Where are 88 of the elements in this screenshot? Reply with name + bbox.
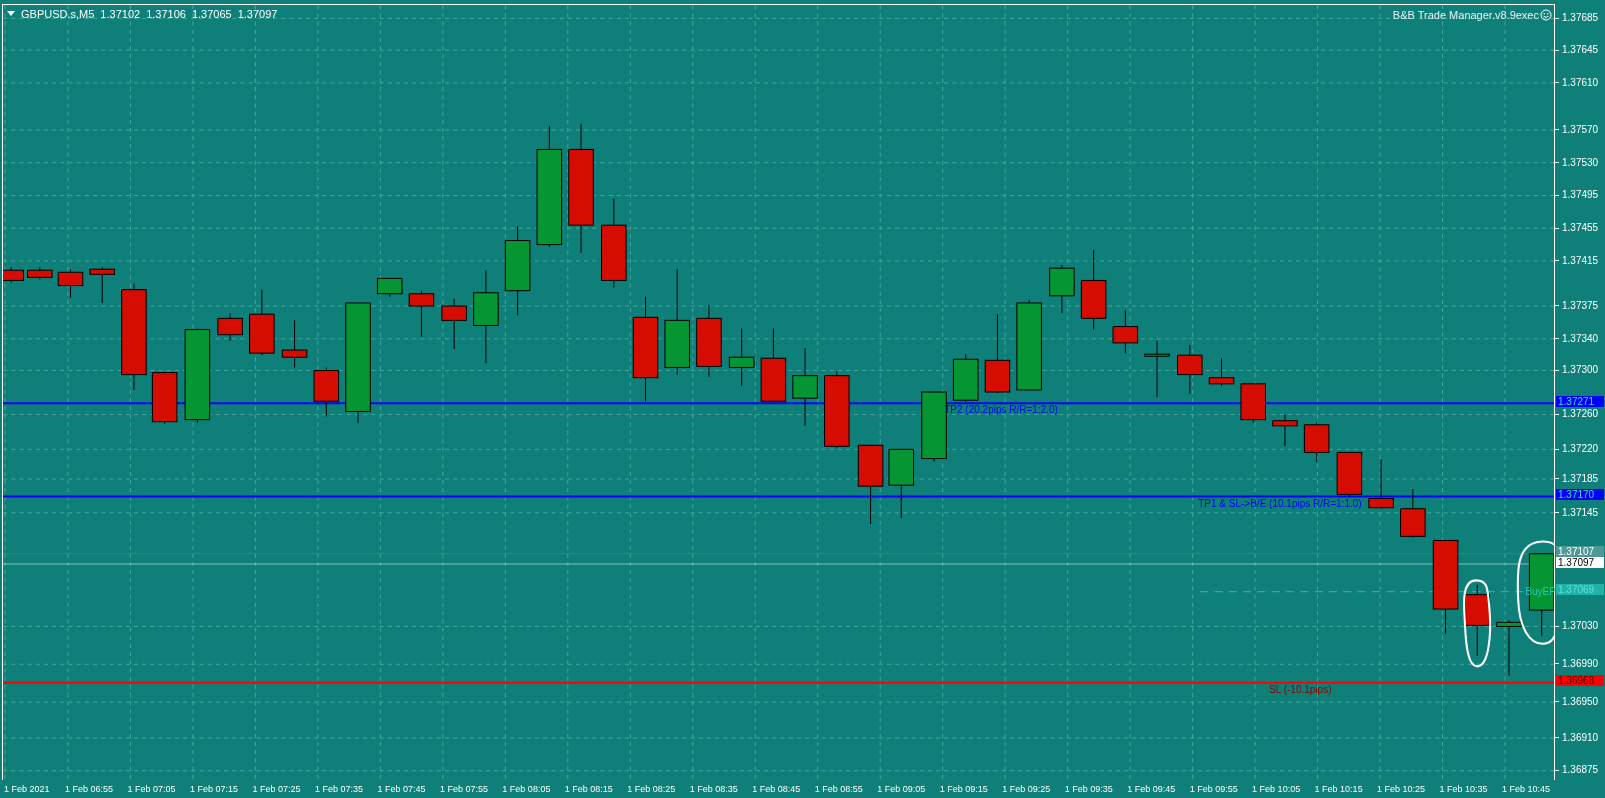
time-axis-label: 1 Feb 09:15	[939, 784, 988, 795]
candle	[313, 366, 340, 418]
time-axis-label: 1 Feb 09:35	[1064, 784, 1113, 795]
candle	[1400, 488, 1426, 538]
price-axis-label: 1.36990	[1562, 657, 1599, 670]
price-axis-label: 1.37685	[1562, 12, 1599, 25]
time-axis-label: 1 Feb 07:45	[377, 784, 426, 795]
level-label: TP1 & SL->B/E (10.1pips R/R=1:1.0)	[1198, 498, 1362, 511]
time-axis-label: 1 Feb 10:45	[1502, 784, 1551, 795]
price-badge: 1.37069	[1556, 584, 1604, 596]
price-axis-label: 1.37645	[1562, 44, 1599, 57]
price-badge: 1.37107	[1556, 546, 1604, 558]
time-axis-label: 1 Feb 06:55	[65, 784, 114, 795]
time-axis-label: 1 Feb 07:05	[127, 784, 176, 795]
quote-value: 1.37097	[237, 7, 278, 22]
time-axis-label: 1 Feb 10:05	[1252, 784, 1301, 795]
price-axis-label: 1.37340	[1562, 332, 1599, 345]
time-axis-label: 1 Feb 2021	[4, 784, 50, 795]
price-axis-label: 1.36910	[1562, 731, 1599, 744]
quote-value: 1.37102	[100, 7, 141, 22]
candle	[89, 266, 116, 304]
candle	[281, 319, 308, 368]
candle	[217, 312, 243, 342]
time-axis-label: 1 Feb 08:15	[564, 784, 613, 795]
price-badge: 1.37170	[1556, 489, 1604, 501]
price-axis-label: 1.37300	[1562, 364, 1599, 377]
candle	[728, 328, 755, 387]
candle	[952, 353, 979, 403]
time-axis-label: 1 Feb 08:55	[814, 784, 863, 795]
time-axis-label: 1 Feb 07:35	[314, 784, 363, 795]
quote-value: 1.37065	[191, 7, 232, 22]
price-axis-label: 1.37260	[1562, 408, 1599, 421]
quote-value: 1.37106	[146, 7, 186, 22]
candle	[888, 448, 915, 519]
candle	[1177, 344, 1203, 395]
smiley-icon	[1540, 9, 1552, 22]
symbol-label: GBPUSD.s,M5	[21, 7, 95, 22]
time-axis-label: 1 Feb 08:35	[689, 784, 738, 795]
time-axis-label: 1 Feb 10:25	[1377, 784, 1426, 795]
candle	[1049, 264, 1075, 314]
price-axis-label: 1.37375	[1562, 299, 1599, 312]
candle	[27, 266, 53, 280]
indicator-title: B&B Trade Manager.v8.9exec	[1392, 8, 1539, 23]
candle	[249, 289, 275, 356]
level-label: SL (-10.1pips)	[1269, 684, 1332, 697]
price-axis-label: 1.37455	[1562, 222, 1599, 235]
price-badge: 1.37097	[1556, 556, 1604, 568]
price-axis-label: 1.37415	[1562, 254, 1599, 267]
price-axis-label: 1.37185	[1562, 472, 1599, 485]
time-axis-label: 1 Feb 09:45	[1127, 784, 1176, 795]
price-axis-label: 1.37145	[1562, 506, 1599, 519]
time-axis-label: 1 Feb 09:55	[1189, 784, 1238, 795]
candle	[1336, 451, 1363, 497]
candle	[151, 372, 178, 425]
time-axis-label: 1 Feb 07:25	[252, 784, 301, 795]
price-axis-label: 1.37030	[1562, 620, 1599, 633]
time-axis-label: 1 Feb 09:05	[877, 784, 926, 795]
price-badge: 1.36968	[1556, 675, 1604, 687]
time-axis-label: 1 Feb 08:45	[752, 784, 801, 795]
candle	[441, 298, 467, 350]
candle	[408, 290, 435, 338]
price-axis-label: 1.37570	[1562, 123, 1599, 136]
price-axis-label: 1.37220	[1562, 443, 1599, 456]
candle	[3, 266, 24, 283]
time-axis-label: 1 Feb 10:35	[1439, 784, 1488, 795]
price-axis-label: 1.37610	[1562, 76, 1599, 89]
candle	[1112, 309, 1139, 354]
candle	[1144, 340, 1170, 398]
price-axis-label: 1.37530	[1562, 156, 1599, 169]
candle	[1272, 414, 1298, 447]
price-axis-label: 1.36875	[1562, 764, 1599, 777]
price-badge: 1.37271	[1556, 396, 1604, 408]
time-axis-label: 1 Feb 08:05	[502, 784, 551, 795]
candle	[1368, 459, 1394, 510]
price-axis-label: 1.36950	[1562, 695, 1599, 708]
time-axis-label: 1 Feb 07:55	[439, 784, 488, 795]
candle	[1208, 357, 1235, 387]
dropdown-caret-icon[interactable]	[7, 11, 15, 18]
time-axis-label: 1 Feb 10:15	[1314, 784, 1363, 795]
price-axis-label: 1.37495	[1562, 189, 1599, 202]
candle	[1496, 619, 1522, 677]
candle	[57, 268, 84, 299]
candle	[1303, 422, 1330, 463]
candle	[376, 277, 403, 298]
time-axis-label: 1 Feb 07:15	[189, 784, 238, 795]
candle	[1240, 383, 1266, 424]
time-axis-label: 1 Feb 08:25	[627, 784, 676, 795]
time-axis-label: 1 Feb 09:25	[1002, 784, 1051, 795]
